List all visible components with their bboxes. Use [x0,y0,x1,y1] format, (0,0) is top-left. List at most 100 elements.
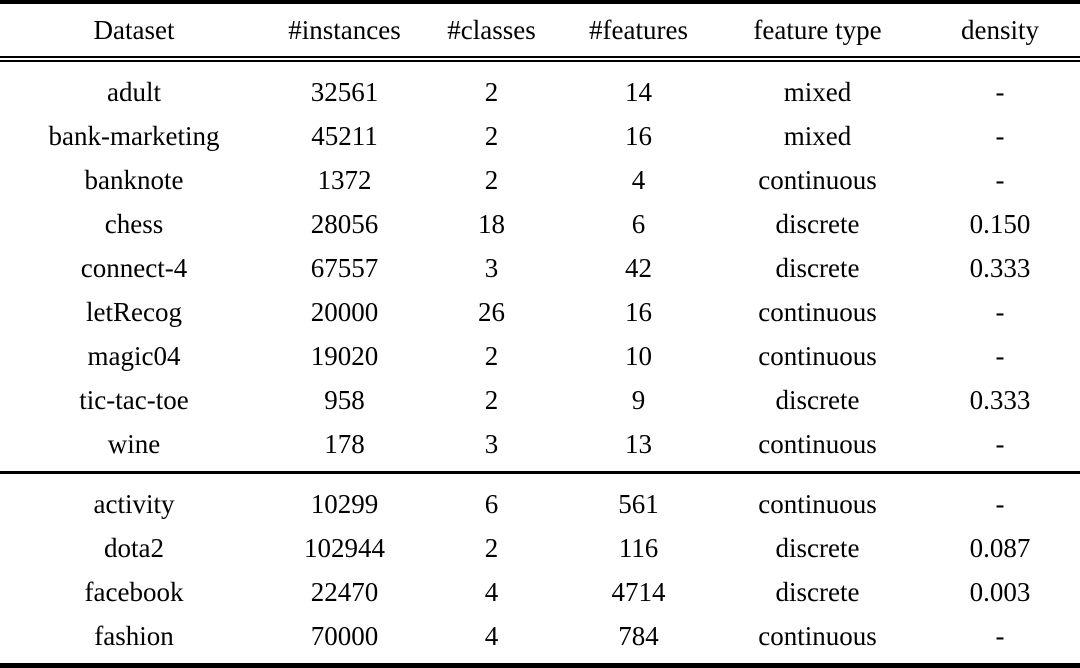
cell-classes: 2 [484,164,499,195]
bottom-rule-cell [0,663,1080,668]
cell-instances: 19020 [310,340,379,371]
table-row: dota2 102944 2 116 discrete 0.087 [0,526,1080,570]
cell-instances: 20000 [310,296,379,327]
cell-instances: 10299 [310,488,379,519]
bottom-rule [0,663,1080,668]
cell-instances: 1372 [317,164,372,195]
cell-classes: 4 [484,620,499,651]
cell-density: - [995,120,1005,151]
cell-density: 0.333 [969,252,1031,283]
table-body-group-2: activity 10299 6 561 continuous - dota2 102944 2… [0,474,1080,658]
table-row: facebook 22470 4 4714 discrete 0.003 [0,570,1080,614]
cell-features: 4714 [611,576,666,607]
cell-instances: 178 [324,428,365,459]
cell-dataset: bank-marketing [48,120,220,151]
cell-classes: 2 [484,76,499,107]
cell-ftype: mixed [783,76,852,107]
cell-features: 9 [631,384,646,415]
cell-ftype: continuous [758,488,877,519]
cell-instances: 958 [324,384,365,415]
cell-features: 4 [631,164,646,195]
table-header: Dataset #instances #classes #features fe… [0,0,1080,62]
column-header-density: density [961,15,1039,45]
cell-density: - [995,428,1005,459]
cell-dataset: magic04 [87,340,181,371]
table-row: bank-marketing 45211 2 16 mixed - [0,114,1080,158]
cell-ftype: discrete [775,208,860,239]
cell-classes: 2 [484,340,499,371]
table-row: connect-4 67557 3 42 discrete 0.333 [0,246,1080,290]
cell-dataset: tic-tac-toe [79,384,189,415]
cell-instances: 102944 [304,532,385,563]
cell-features: 6 [631,208,646,239]
table-row: tic-tac-toe 958 2 9 discrete 0.333 [0,378,1080,422]
cell-dataset: wine [107,428,161,459]
column-header-dataset: Dataset [93,15,175,45]
cell-dataset: facebook [84,576,184,607]
cell-classes: 26 [478,296,505,327]
cell-ftype: discrete [775,252,860,283]
cell-dataset: banknote [84,164,184,195]
dataset-statistics-table: Dataset #instances #classes #features fe… [0,0,1080,668]
cell-features: 13 [625,428,652,459]
cell-instances: 67557 [310,252,379,283]
table-row: adult 32561 2 14 mixed - [0,70,1080,114]
cell-dataset: connect-4 [80,252,188,283]
cell-instances: 28056 [310,208,379,239]
cell-density: - [995,296,1005,327]
cell-dataset: activity [93,488,175,519]
cell-dataset: dota2 [104,532,164,563]
column-header-features: #features [589,15,688,45]
cell-density: - [995,164,1005,195]
cell-instances: 70000 [310,620,379,651]
cell-dataset: fashion [94,620,174,651]
cell-dataset: chess [104,208,164,239]
table-row: letRecog 20000 26 16 continuous - [0,290,1080,334]
group-1-top-spacer [0,62,1080,70]
cell-classes: 2 [484,120,499,151]
cell-density: 0.003 [969,576,1031,607]
cell-classes: 3 [484,428,499,459]
table-row: fashion 70000 4 784 continuous - [0,614,1080,658]
cell-density: - [995,488,1005,519]
cell-classes: 6 [484,488,499,519]
cell-classes: 4 [484,576,499,607]
cell-features: 784 [618,620,659,651]
table-container: Dataset #instances #classes #features fe… [0,0,1080,668]
cell-density: 0.333 [969,384,1031,415]
cell-instances: 45211 [311,120,378,151]
table-row: chess 28056 18 6 discrete 0.150 [0,202,1080,246]
header-row: Dataset #instances #classes #features fe… [0,4,1080,56]
cell-features: 10 [625,340,652,371]
cell-features: 16 [625,120,652,151]
cell-density: - [995,620,1005,651]
cell-classes: 2 [484,384,499,415]
column-header-instances: #instances [288,15,401,45]
cell-ftype: continuous [758,296,877,327]
cell-features: 116 [618,532,659,563]
group-2-top-spacer [0,474,1080,482]
cell-classes: 18 [478,208,505,239]
cell-ftype: discrete [775,384,860,415]
cell-features: 42 [625,252,652,283]
cell-ftype: continuous [758,428,877,459]
cell-classes: 3 [484,252,499,283]
table-footer [0,658,1080,668]
cell-ftype: continuous [758,340,877,371]
group-divider-body [0,466,1080,474]
table-body-group-1: adult 32561 2 14 mixed - bank-marketing 45211 2 1… [0,62,1080,466]
table-row: activity 10299 6 561 continuous - [0,482,1080,526]
cell-ftype: continuous [758,164,877,195]
cell-density: 0.150 [969,208,1031,239]
cell-dataset: letRecog [86,296,182,327]
cell-density: - [995,340,1005,371]
table-row: banknote 1372 2 4 continuous - [0,158,1080,202]
cell-classes: 2 [484,532,499,563]
cell-density: 0.087 [969,532,1031,563]
column-header-classes: #classes [447,15,536,45]
cell-ftype: discrete [775,532,860,563]
column-header-feature-type: feature type [753,15,882,45]
bottom-rule-row [0,663,1080,668]
cell-ftype: discrete [775,576,860,607]
cell-ftype: mixed [783,120,852,151]
